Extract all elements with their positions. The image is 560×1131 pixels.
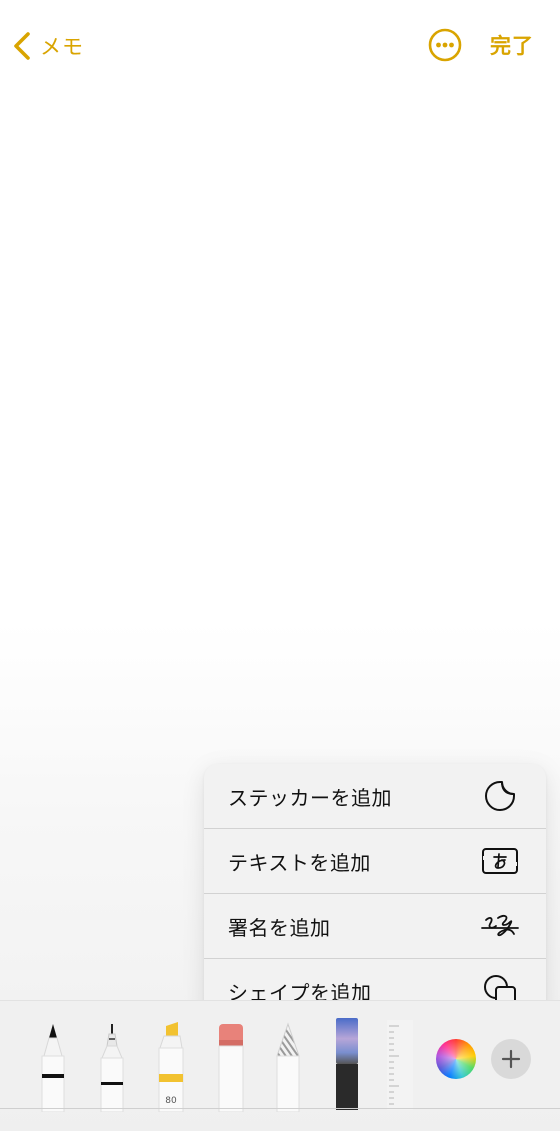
- more-options-button[interactable]: [428, 28, 462, 62]
- add-button[interactable]: [491, 1039, 531, 1079]
- pencil-icon: [276, 1022, 300, 1112]
- done-button[interactable]: 完了: [490, 30, 534, 60]
- color-wheel-icon[interactable]: [436, 1039, 476, 1079]
- navigation-bar: メモ 完了: [0, 0, 560, 92]
- pencil-tool[interactable]: [273, 1022, 303, 1112]
- lasso-tool[interactable]: [333, 1018, 361, 1110]
- menu-item-label: 署名を追加: [228, 915, 331, 940]
- highlighter-opacity-label: 80: [165, 1096, 177, 1106]
- ruler-tool[interactable]: [385, 1020, 415, 1110]
- menu-item-add-text[interactable]: テキストを追加: [204, 828, 546, 893]
- menu-item-label: ステッカーを追加: [228, 785, 392, 810]
- eraser-tool[interactable]: [216, 1022, 246, 1112]
- signature-icon: [480, 906, 520, 946]
- ruler-icon: [387, 1020, 413, 1110]
- menu-item-label: テキストを追加: [228, 850, 371, 875]
- eraser-icon: [218, 1024, 244, 1112]
- monoline-tool[interactable]: [97, 1022, 127, 1112]
- pen-tool[interactable]: [38, 1022, 68, 1112]
- back-button[interactable]: メモ: [10, 26, 84, 66]
- palette-divider: [0, 1108, 560, 1109]
- text-box-icon: [480, 841, 520, 881]
- chevron-left-icon: [14, 32, 30, 60]
- menu-item-add-sticker[interactable]: ステッカーを追加: [204, 764, 546, 828]
- plus-icon: [501, 1049, 521, 1069]
- menu-item-add-signature[interactable]: 署名を追加: [204, 893, 546, 958]
- add-menu-popover: ステッカーを追加 テキストを追加 署名を追加 シェイプを追加: [204, 764, 546, 1036]
- pen-icon: [41, 1024, 65, 1112]
- notes-drawing-screen: メモ 完了 ステッカーを追加 テキストを追加 署名を追加 シェイプを追加 80: [0, 0, 560, 1131]
- lasso-icon: [336, 1018, 358, 1110]
- highlighter-tool[interactable]: 80: [156, 1022, 186, 1112]
- ellipsis-circle-icon: [428, 28, 462, 62]
- sticker-icon: [480, 776, 520, 816]
- back-label: メモ: [40, 35, 84, 59]
- monoline-icon: [100, 1024, 124, 1112]
